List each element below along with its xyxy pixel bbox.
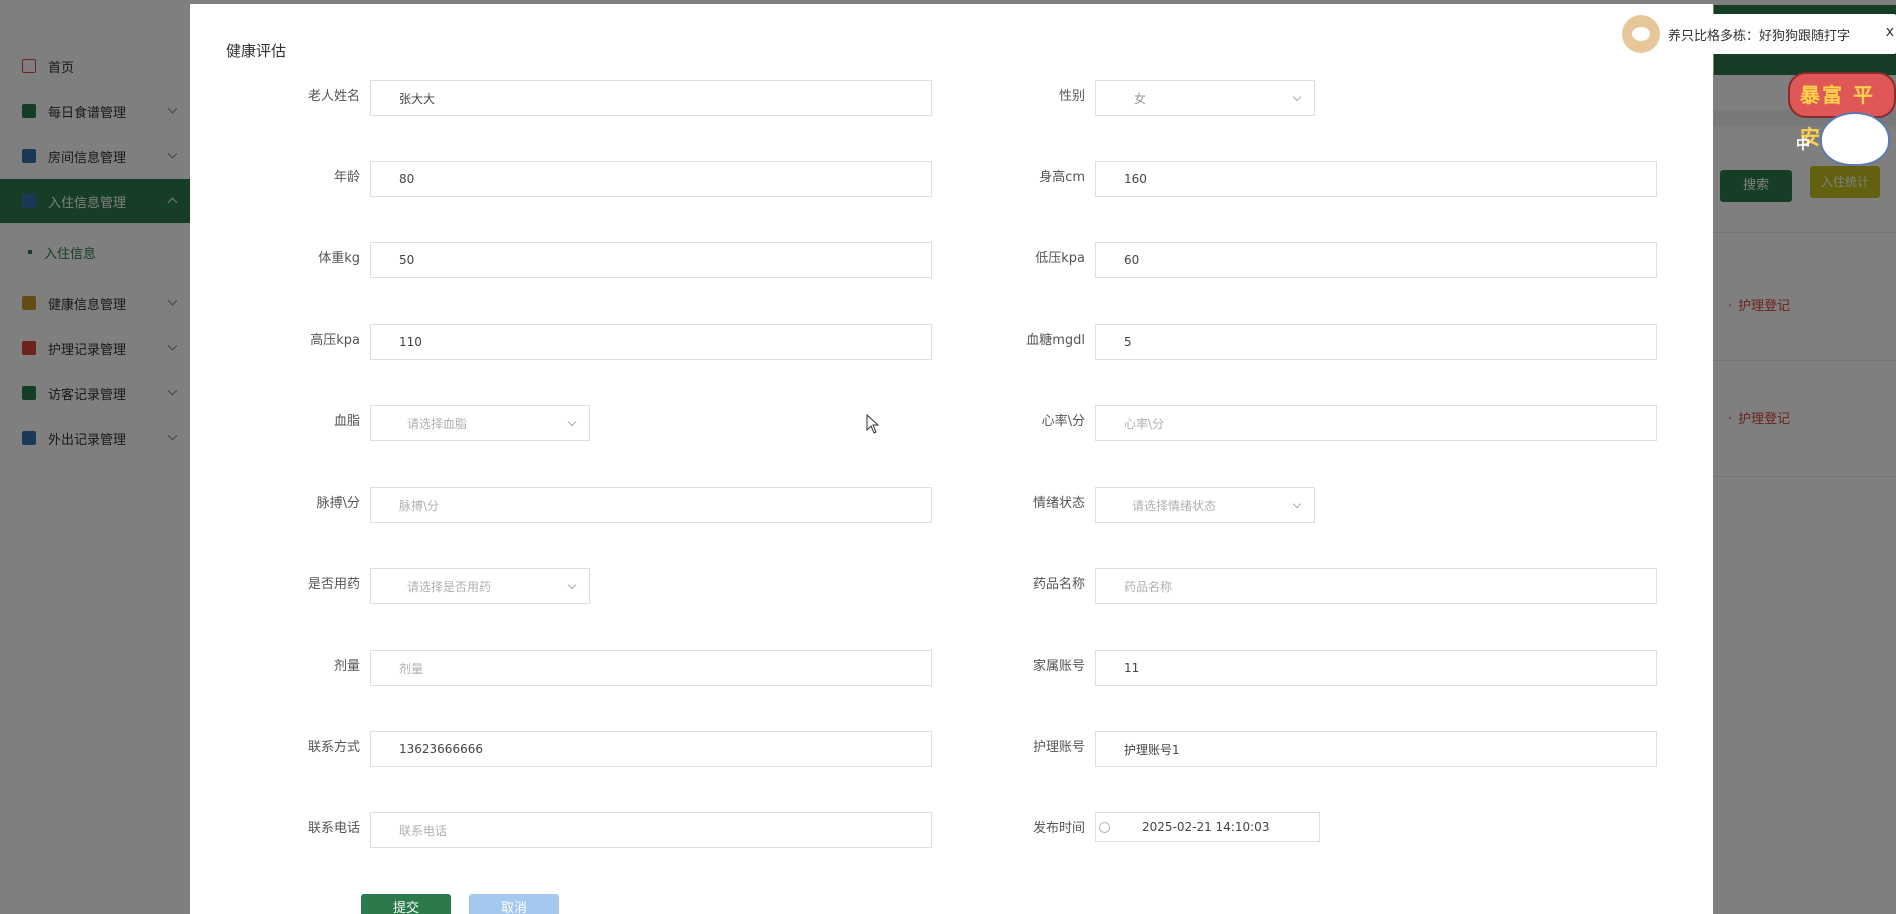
high-pressure-label: 高压kpa (310, 333, 360, 348)
family-account-label: 家属账号 (1032, 659, 1085, 674)
nurse-account-input[interactable]: 护理账号1 (1095, 731, 1657, 767)
name-input[interactable]: 张大大 (370, 80, 932, 116)
health-assessment-dialog: 健康评估 老人姓名 张大大 性别 女 年龄 80 身高cm 160 体重kg 5… (190, 4, 1713, 914)
low-pressure-input[interactable]: 60 (1095, 242, 1657, 278)
medication-label: 是否用药 (307, 577, 360, 592)
medication-placeholder: 请选择是否用药 (407, 579, 492, 594)
clock-icon (1099, 822, 1110, 833)
heart-rate-input[interactable]: 心率\分 (1095, 405, 1657, 441)
lucky-cat-sticker: 暴富 平安 中 (1788, 62, 1896, 172)
weight-input[interactable]: 50 (370, 242, 932, 278)
age-label: 年龄 (333, 170, 360, 185)
heart-rate-label: 心率\分 (1041, 414, 1085, 429)
publish-time-label: 发布时间 (1032, 821, 1085, 836)
drug-name-input[interactable]: 药品名称 (1095, 568, 1657, 604)
mood-select[interactable]: 请选择情绪状态 (1095, 487, 1315, 523)
cancel-button[interactable]: 取消 (469, 894, 559, 914)
dialog-title: 健康评估 (226, 42, 287, 60)
contact-input[interactable]: 13623666666 (370, 731, 932, 767)
dog-avatar-icon (1622, 15, 1660, 53)
submit-button[interactable]: 提交 (361, 894, 451, 914)
mood-label: 情绪状态 (1032, 496, 1085, 511)
chevron-down-icon (1292, 92, 1302, 102)
weight-label: 体重kg (318, 251, 360, 266)
blood-lipid-label: 血脂 (333, 414, 360, 429)
height-input[interactable]: 160 (1095, 161, 1657, 197)
gender-label: 性别 (1058, 89, 1085, 104)
chevron-down-icon (567, 417, 577, 427)
blood-lipid-select[interactable]: 请选择血脂 (370, 405, 590, 441)
gender-value: 女 (1134, 91, 1147, 106)
chevron-down-icon (567, 580, 577, 590)
contact-label: 联系方式 (307, 740, 360, 755)
nurse-account-label: 护理账号 (1032, 740, 1085, 755)
low-pressure-label: 低压kpa (1035, 251, 1085, 266)
dosage-label: 剂量 (333, 659, 360, 674)
publish-time-picker[interactable]: 2025-02-21 14:10:03 (1095, 812, 1320, 842)
family-account-input[interactable]: 11 (1095, 650, 1657, 686)
cat-icon (1820, 112, 1890, 166)
sticker-small-text: 中 (1796, 137, 1810, 153)
pulse-label: 脉搏\分 (316, 496, 360, 511)
high-pressure-input[interactable]: 110 (370, 324, 932, 360)
pulse-input[interactable]: 脉搏\分 (370, 487, 932, 523)
gender-select[interactable]: 女 (1095, 80, 1315, 116)
chevron-down-icon (1292, 499, 1302, 509)
name-label: 老人姓名 (307, 89, 360, 104)
phone-label: 联系电话 (307, 821, 360, 836)
age-input[interactable]: 80 (370, 161, 932, 197)
blood-sugar-label: 血糖mgdl (1026, 333, 1085, 348)
height-label: 身高cm (1039, 170, 1085, 185)
typing-pet-widget[interactable]: 养只比格多栋：好狗狗跟随打字 x (1622, 14, 1896, 54)
blood-sugar-input[interactable]: 5 (1095, 324, 1657, 360)
mouse-cursor-icon (866, 413, 880, 438)
phone-input[interactable]: 联系电话 (370, 812, 932, 848)
drug-name-label: 药品名称 (1032, 577, 1085, 592)
close-icon[interactable]: x (1886, 24, 1894, 40)
sticker-plate: 暴富 平安 (1788, 72, 1896, 149)
medication-select[interactable]: 请选择是否用药 (370, 568, 590, 604)
blood-lipid-placeholder: 请选择血脂 (407, 416, 468, 431)
widget-text: 养只比格多栋：好狗狗跟随打字 (1668, 28, 1851, 44)
dosage-input[interactable]: 剂量 (370, 650, 932, 686)
publish-time-value: 2025-02-21 14:10:03 (1142, 820, 1270, 834)
mood-placeholder: 请选择情绪状态 (1132, 498, 1217, 513)
